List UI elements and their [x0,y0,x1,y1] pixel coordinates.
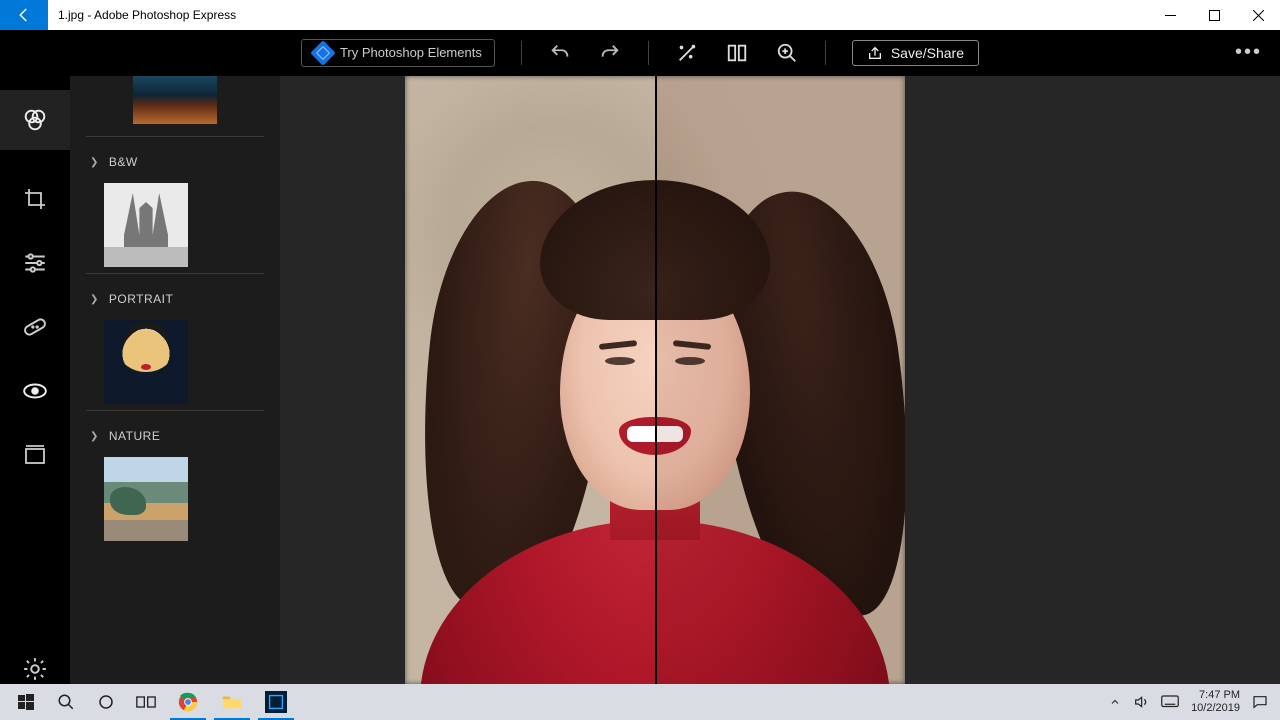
canvas-area [280,76,1030,684]
maximize-button[interactable] [1192,0,1236,30]
category-nature: ❯ NATURE [86,410,264,547]
auto-enhance-button[interactable] [675,41,699,65]
category-label: PORTRAIT [109,292,173,306]
tray-clock[interactable]: 7:47 PM 10/2/2019 [1191,689,1240,715]
filter-thumbnail-bw[interactable] [104,183,188,267]
windows-taskbar: 7:47 PM 10/2/2019 [0,684,1280,720]
bandage-icon [22,314,48,340]
zoom-button[interactable] [775,41,799,65]
after-overlay [655,76,905,684]
close-icon [1253,10,1264,21]
tray-input-button[interactable] [1161,695,1179,709]
chevron-right-icon: ❯ [90,157,99,168]
canvas-padding [1030,76,1280,684]
category-label: B&W [109,155,138,169]
tool-borders[interactable] [20,440,50,470]
task-view-button[interactable] [126,684,166,720]
ps-express-icon [265,691,287,713]
eye-icon [22,378,48,404]
tool-adjustments[interactable] [20,248,50,278]
try-photoshop-elements-button[interactable]: Try Photoshop Elements [301,39,495,67]
back-arrow-icon [15,6,33,24]
sliders-icon [22,250,48,276]
zoom-in-icon [776,42,798,64]
tray-date: 10/2/2019 [1191,702,1240,715]
tool-settings[interactable] [20,654,50,684]
system-tray: 7:47 PM 10/2/2019 [1109,689,1274,715]
try-label: Try Photoshop Elements [340,45,482,60]
action-center-icon [1252,694,1268,710]
more-icon: ••• [1235,41,1262,63]
start-button[interactable] [6,684,46,720]
task-view-icon [136,694,156,710]
border-icon [23,443,47,467]
speaker-icon [1133,694,1149,710]
undo-icon [549,42,571,64]
share-icon [867,45,883,61]
window-titlebar: 1.jpg - Adobe Photoshop Express [0,0,1280,30]
taskbar-app-photoshop-express[interactable] [254,684,298,720]
filter-thumbnail-portrait[interactable] [104,320,188,404]
category-header-nature[interactable]: ❯ NATURE [86,429,264,443]
chevron-up-icon [1109,696,1121,708]
toolbar-separator [521,41,522,65]
tool-spot-heal[interactable] [20,312,50,342]
search-button[interactable] [46,684,86,720]
filter-thumbnail-nature[interactable] [104,457,188,541]
minimize-button[interactable] [1148,0,1192,30]
save-share-label: Save/Share [891,45,964,61]
tray-volume-button[interactable] [1133,694,1149,710]
magic-wand-icon [676,42,698,64]
looks-icon [21,106,49,134]
cortana-icon [97,693,115,711]
tool-looks[interactable] [0,90,70,150]
compare-icon [726,42,748,64]
tool-crop[interactable] [20,184,50,214]
toolbar-separator [825,41,826,65]
redo-icon [599,42,621,64]
taskbar-app-explorer[interactable] [210,684,254,720]
redo-button[interactable] [598,41,622,65]
app-toolbar: Try Photoshop Elements Save/Share ••• [0,30,1280,76]
category-bw: ❯ B&W [86,136,264,273]
close-button[interactable] [1236,0,1280,30]
tray-action-center-button[interactable] [1252,694,1268,710]
windows-icon [18,694,34,710]
tray-time: 7:47 PM [1191,689,1240,702]
category-header-bw[interactable]: ❯ B&W [86,155,264,169]
undo-button[interactable] [548,41,572,65]
photoshop-elements-icon [310,40,335,65]
looks-panel: ❯ B&W ❯ PORTRAIT ❯ NATURE [70,76,280,684]
category-portrait: ❯ PORTRAIT [86,273,264,410]
compare-slider[interactable] [655,76,657,684]
keyboard-icon [1161,695,1179,709]
filter-thumbnail[interactable] [133,76,217,124]
window-title: 1.jpg - Adobe Photoshop Express [48,8,1148,22]
folder-icon [221,691,243,713]
cortana-button[interactable] [86,684,126,720]
save-share-button[interactable]: Save/Share [852,40,979,66]
main-content: ❯ B&W ❯ PORTRAIT ❯ NATURE [0,76,1280,684]
taskbar-app-chrome[interactable] [166,684,210,720]
tool-strip [0,76,70,684]
tray-overflow-button[interactable] [1109,696,1121,708]
toolbar-separator [648,41,649,65]
back-button[interactable] [0,0,48,30]
image-canvas[interactable] [405,76,905,684]
category-header-portrait[interactable]: ❯ PORTRAIT [86,292,264,306]
chevron-right-icon: ❯ [90,294,99,305]
compare-button[interactable] [725,41,749,65]
search-icon [57,693,75,711]
minimize-icon [1165,10,1176,21]
chevron-right-icon: ❯ [90,431,99,442]
category-label: NATURE [109,429,160,443]
maximize-icon [1209,10,1220,21]
crop-icon [23,187,47,211]
gear-icon [22,656,48,682]
more-options-button[interactable]: ••• [1235,41,1262,64]
chrome-icon [177,691,199,713]
tool-redeye[interactable] [20,376,50,406]
